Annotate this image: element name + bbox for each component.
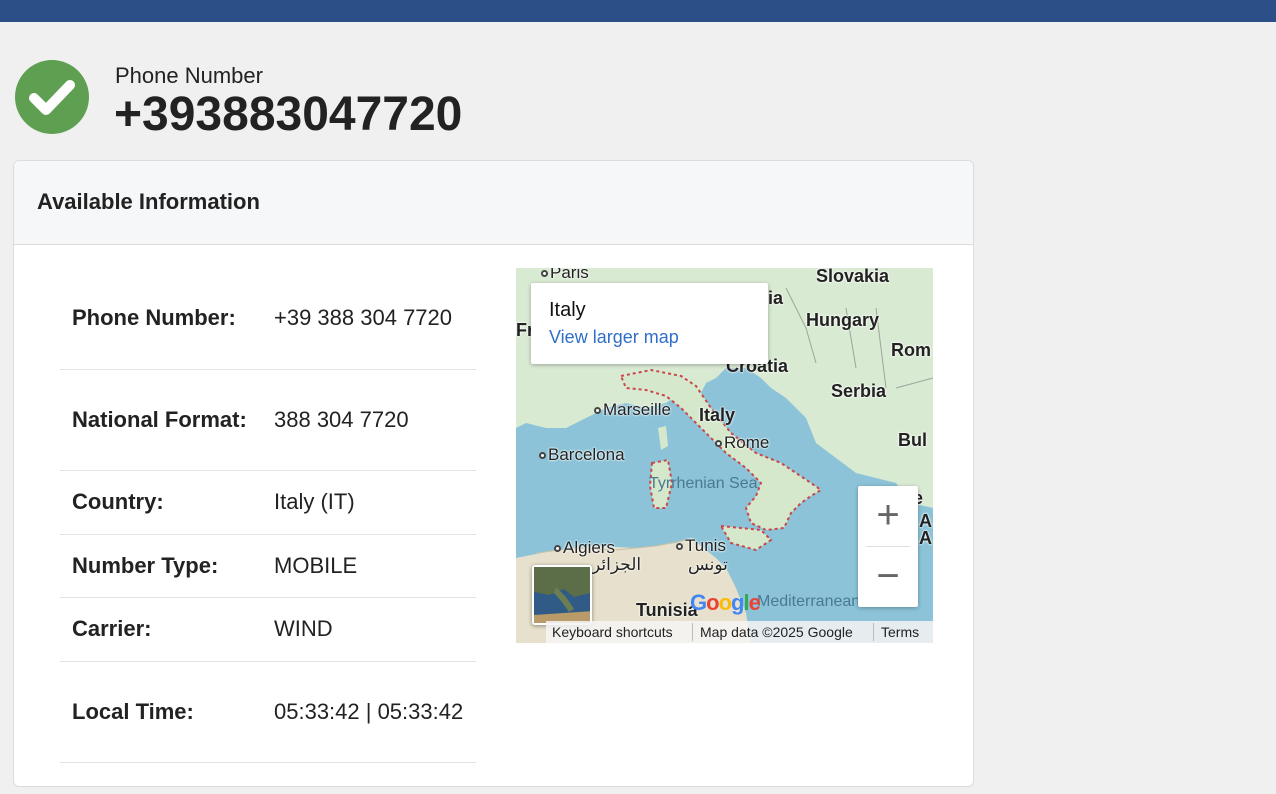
map-label-barcelona: Barcelona [539,445,625,465]
map-info-title: Italy [549,299,586,321]
map-zoom-controls: + − [858,486,918,607]
map-label-tyrrhenian-sea: Tyrrhenian Sea [649,475,758,492]
row-key: Local Time: [60,661,262,763]
row-value: MOBILE [262,534,476,598]
row-value: Italy (IT) [262,470,476,535]
map-label-bulgaria: Bul [898,430,927,450]
map-label-tunisia: Tunisia [636,600,698,620]
footer-divider [873,623,874,641]
zoom-in-button[interactable]: + [858,486,918,546]
map-label-hungary: Hungary [806,310,880,330]
map-label-albania-partial-2: A [919,528,932,548]
map-label-tunis-arabic: تونس [688,555,728,574]
table-row: Local Time: 05:33:42 | 05:33:42 [60,661,476,763]
info-table: Phone Number: +39 388 304 7720 National … [60,268,476,763]
map-footer: Keyboard shortcuts Map data ©2025 Google… [546,621,933,643]
map-label-algiers-arabic: الجزائر [592,555,642,574]
map-info-window: Italy View larger map [531,283,768,364]
map-label-romania: Rom [891,340,931,360]
terms-link[interactable]: Terms [881,624,919,640]
map-data-attribution: Map data ©2025 Google [700,624,853,640]
google-logo: Google [690,590,761,615]
check-circle-icon [15,60,89,134]
table-row: Number Type: MOBILE [60,534,476,598]
row-value: WIND [262,597,476,662]
table-row: National Format: 388 304 7720 [60,369,476,471]
phone-number-title: +393883047720 [114,88,463,141]
card-title: Available Information [37,189,260,214]
row-key: Number Type: [60,534,262,598]
keyboard-shortcuts-link[interactable]: Keyboard shortcuts [552,624,673,640]
top-bar [0,0,1276,22]
row-key: Carrier: [60,597,262,662]
view-larger-map-link[interactable]: View larger map [549,327,679,348]
table-row: Phone Number: +39 388 304 7720 [60,268,476,370]
footer-divider [692,623,693,641]
row-value: 05:33:42 | 05:33:42 [262,661,476,763]
card-header: Available Information [14,161,973,245]
available-information-card: Available Information Phone Number: +39 … [13,160,974,787]
map-label-marseille: Marseille [594,400,671,420]
map-label-rome: Rome [715,433,769,453]
row-key: National Format: [60,369,262,471]
satellite-toggle-button[interactable] [532,565,592,625]
zoom-out-button[interactable]: − [858,547,918,607]
table-row: Carrier: WIND [60,597,476,662]
map-label-austria-partial: ia [768,288,784,308]
map-label-paris: Paris [541,268,589,283]
satellite-thumbnail-icon [534,567,590,623]
row-key: Country: [60,470,262,535]
map-embed[interactable]: Paris Slovakia Hungary Rom Croatia Serbi… [516,268,933,643]
row-value: +39 388 304 7720 [262,268,476,370]
table-row: Country: Italy (IT) [60,470,476,535]
map-label-italy: Italy [699,405,736,425]
row-value: 388 304 7720 [262,369,476,471]
row-key: Phone Number: [60,268,262,370]
phone-number-label: Phone Number [115,63,263,88]
map-label-serbia: Serbia [831,381,887,401]
map-label-tunis: Tunis [676,536,726,556]
map-label-slovakia: Slovakia [816,268,890,286]
